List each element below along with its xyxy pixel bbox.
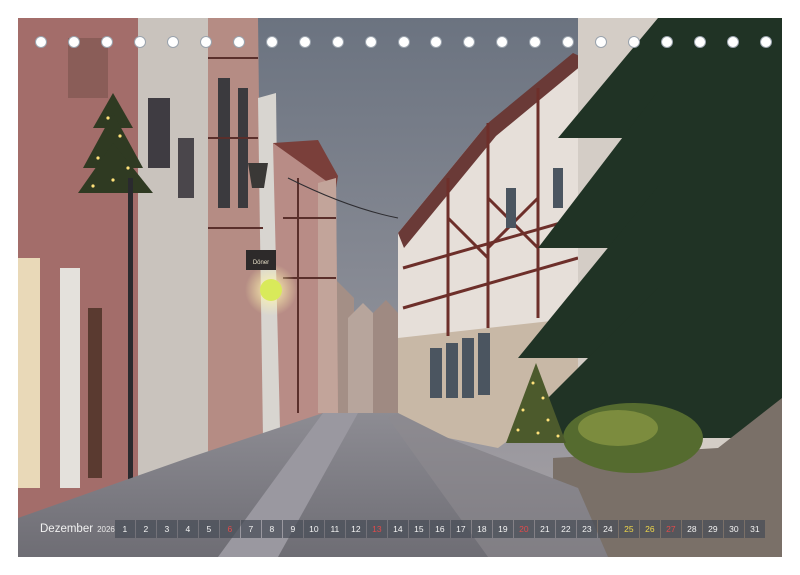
day-cell: 16: [429, 519, 450, 538]
left-building: [138, 18, 208, 488]
day-cell: 25: [618, 519, 639, 538]
day-cell: 5: [198, 519, 219, 538]
binding-hole: [232, 36, 245, 48]
doner-sign: [260, 279, 282, 301]
binding-hole: [133, 36, 146, 48]
street-pole: [128, 178, 133, 488]
day-cell: 29: [702, 519, 723, 538]
binding-hole: [35, 36, 47, 48]
spiral-binding: [0, 34, 800, 50]
binding-hole: [397, 36, 410, 48]
day-cell: 18: [471, 519, 492, 538]
binding-hole: [529, 36, 542, 48]
binding-hole: [430, 36, 443, 48]
day-cell: 19: [492, 519, 513, 538]
day-cell: 24: [597, 519, 618, 538]
date-strip: Dezember 2026 1 2 3 4 5 6 7 8 9 10 11 12 13 14 15 16 17 18…: [40, 519, 765, 538]
day-cell: 15: [408, 519, 429, 538]
shop-door: [88, 308, 102, 478]
binding-hole: [199, 36, 212, 48]
day-cell: 14: [387, 519, 408, 538]
binding-hole: [727, 36, 740, 48]
calendar-page: Döner: [18, 18, 782, 557]
sign-text: Döner: [253, 260, 269, 266]
day-cell: 1: [114, 519, 135, 538]
binding-hole: [496, 36, 509, 48]
binding-hole: [364, 36, 377, 48]
distant-house: [373, 300, 398, 413]
window: [148, 98, 170, 168]
shrub-highlight: [578, 410, 658, 446]
shop-front: [60, 268, 80, 488]
binding-hole: [463, 36, 476, 48]
window: [238, 88, 248, 208]
day-cell: 21: [534, 519, 555, 538]
day-cell: 22: [555, 519, 576, 538]
day-cell: 11: [324, 519, 345, 538]
day-cell: 6: [219, 519, 240, 538]
day-cell: 9: [282, 519, 303, 538]
day-cell: 28: [681, 519, 702, 538]
binding-hole: [595, 36, 608, 48]
binding-hole: [265, 36, 278, 48]
day-cell: 23: [576, 519, 597, 538]
day-row: 1 2 3 4 5 6 7 8 9 10 11 12 13 14 15 16 17 18 19 20 21 22 23 24 2…: [114, 519, 765, 538]
day-cell: 2: [135, 519, 156, 538]
day-cell: 20: [513, 519, 534, 538]
day-cell: 4: [177, 519, 198, 538]
binding-hole: [100, 36, 113, 48]
window: [218, 78, 230, 208]
day-cell: 8: [261, 519, 282, 538]
day-cell: 17: [450, 519, 471, 538]
binding-hole: [628, 36, 641, 48]
binding-hole: [562, 36, 575, 48]
binding-hole: [166, 36, 179, 48]
binding-hole: [661, 36, 674, 48]
left-building: [208, 18, 263, 458]
binding-hole: [760, 36, 772, 48]
binding-hole: [298, 36, 311, 48]
window: [178, 138, 194, 198]
day-cell: 12: [345, 519, 366, 538]
left-building: [318, 178, 338, 413]
day-cell: 13: [366, 519, 387, 538]
street-photo: Döner: [18, 18, 782, 557]
day-cell: 27: [660, 519, 681, 538]
day-cell: 10: [303, 519, 324, 538]
day-cell: 7: [240, 519, 261, 538]
day-cell: 31: [744, 519, 765, 538]
shop-window: [18, 258, 40, 488]
binding-hole: [67, 36, 80, 48]
month-label: Dezember 2026: [40, 523, 115, 535]
binding-hole: [694, 36, 707, 48]
year-label: 2026: [97, 524, 115, 534]
month-name: Dezember: [40, 522, 94, 535]
day-cell: 30: [723, 519, 744, 538]
binding-hole: [331, 36, 344, 48]
day-cell: 26: [639, 519, 660, 538]
day-cell: 3: [156, 519, 177, 538]
